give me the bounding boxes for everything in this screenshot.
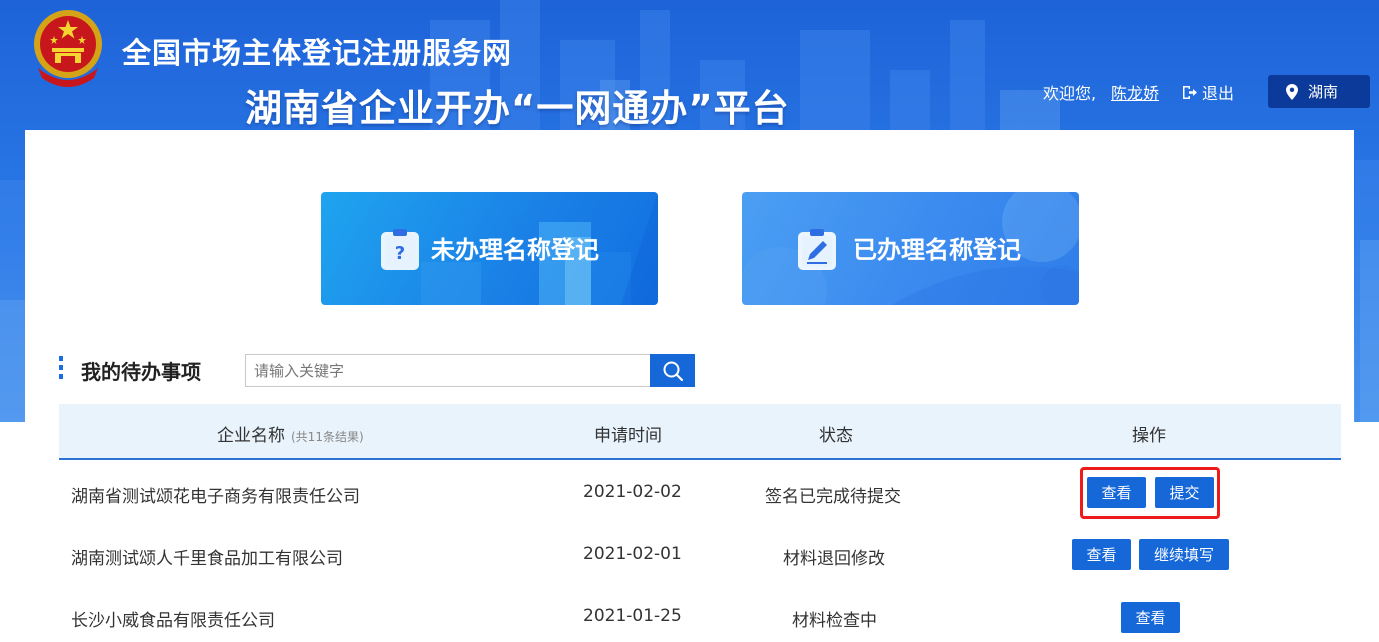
column-date: 申请时间 — [594, 426, 662, 446]
status-text: 签名已完成待提交 — [765, 487, 901, 507]
clipboard-edit-icon — [798, 229, 836, 270]
view-button[interactable]: 查看 — [1121, 602, 1180, 633]
todo-section-title: 我的待办事项 — [81, 360, 201, 384]
national-emblem-icon — [34, 10, 102, 87]
view-button[interactable]: 查看 — [1087, 477, 1146, 508]
table-row: 湖南测试颂人千里食品加工有限公司 2021-02-01 材料退回修改 查看 继续… — [59, 524, 1341, 586]
search-input[interactable] — [245, 354, 651, 387]
site-title: 全国市场主体登记注册服务网 — [122, 36, 513, 70]
unregistered-name-card[interactable]: ? 未办理名称登记 — [321, 192, 658, 305]
apply-date: 2021-02-01 — [583, 544, 682, 564]
company-name: 湖南测试颂人千里食品加工有限公司 — [71, 549, 343, 569]
status-text: 材料退回修改 — [783, 549, 885, 569]
svg-text:?: ? — [395, 243, 405, 264]
company-name: 长沙小威食品有限责任公司 — [71, 611, 275, 631]
submit-button[interactable]: 提交 — [1155, 477, 1214, 508]
apply-date: 2021-01-25 — [583, 606, 682, 626]
unregistered-name-label: 未办理名称登记 — [431, 236, 599, 264]
view-button[interactable]: 查看 — [1072, 539, 1131, 570]
location-pin-icon — [1286, 83, 1298, 100]
welcome-text: 欢迎您, — [1043, 84, 1097, 103]
continue-edit-button[interactable]: 继续填写 — [1139, 539, 1229, 570]
region-label: 湖南 — [1308, 83, 1339, 101]
result-count: (共11条结果) — [291, 430, 364, 444]
search-button[interactable] — [650, 354, 695, 387]
platform-title: 湖南省企业开办“一网通办”平台 — [245, 87, 790, 130]
table-header: 企业名称 (共11条结果) 申请时间 状态 操作 — [59, 404, 1341, 460]
status-text: 材料检查中 — [792, 611, 877, 631]
clipboard-question-icon: ? — [381, 229, 419, 270]
column-company: 企业名称 (共11条结果) — [217, 421, 364, 446]
registered-name-label: 已办理名称登记 — [853, 236, 1021, 264]
company-name: 湖南省测试颂花电子商务有限责任公司 — [71, 487, 360, 507]
logout-label: 退出 — [1202, 84, 1235, 103]
column-status: 状态 — [819, 426, 853, 446]
column-company-label: 企业名称 — [217, 426, 285, 446]
section-marker — [59, 356, 63, 380]
apply-date: 2021-02-02 — [583, 482, 682, 502]
column-actions: 操作 — [1132, 426, 1166, 446]
registered-name-card[interactable]: 已办理名称登记 — [742, 192, 1079, 305]
region-selector[interactable]: 湖南 — [1268, 75, 1370, 108]
table-row: 长沙小威食品有限责任公司 2021-01-25 材料检查中 查看 — [59, 586, 1341, 642]
table-row: 湖南省测试颂花电子商务有限责任公司 2021-02-02 签名已完成待提交 查看… — [59, 462, 1341, 524]
logout-icon — [1183, 85, 1197, 99]
username-link[interactable]: 陈龙娇 — [1111, 80, 1159, 104]
search-icon — [663, 361, 683, 381]
logout-button[interactable]: 退出 — [1181, 80, 1234, 104]
